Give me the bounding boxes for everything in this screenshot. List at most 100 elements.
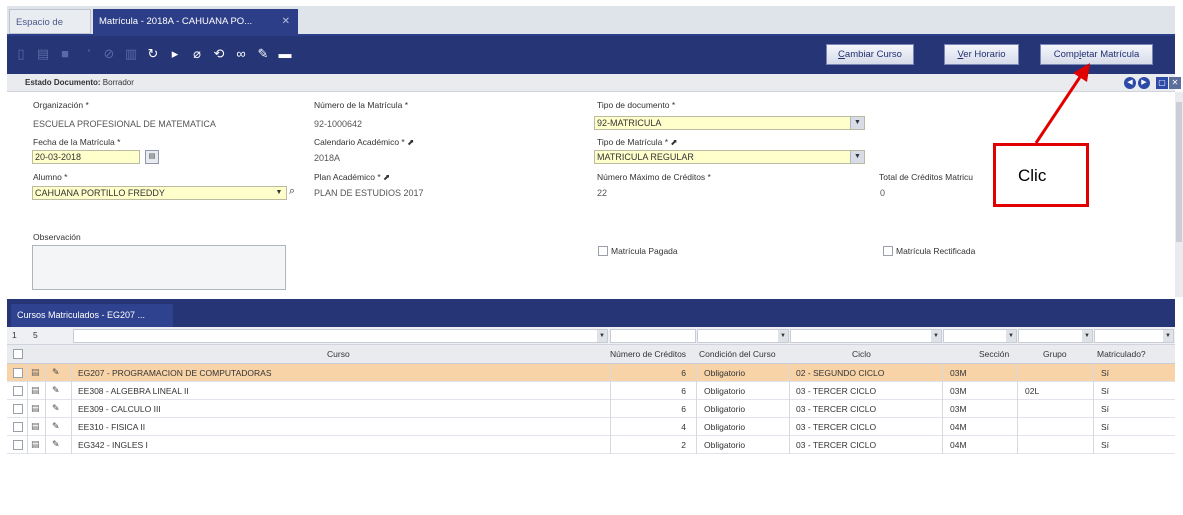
table-row[interactable]: ▤ ✎ EE308 - ALGEBRA LINEAL II 6 Obligatorio 0… bbox=[7, 382, 1175, 400]
column-divider bbox=[696, 400, 697, 418]
row-checkbox[interactable] bbox=[13, 386, 23, 396]
fecha-matricula-input[interactable]: 20-03-2018 bbox=[32, 150, 140, 164]
observacion-textarea[interactable] bbox=[32, 245, 286, 290]
table-row[interactable]: ▤ ✎ EG207 - PROGRAMACION DE COMPUTADORAS 6 O… bbox=[7, 364, 1175, 382]
edit-icon[interactable]: ✎ bbox=[52, 367, 60, 378]
close-icon[interactable]: ✕ bbox=[282, 9, 290, 34]
col-matriculado[interactable]: Matriculado? bbox=[1097, 349, 1146, 359]
attach-icon[interactable]: ⌀ bbox=[189, 46, 205, 62]
row-checkbox[interactable] bbox=[13, 440, 23, 450]
document-icon[interactable]: ▤ bbox=[31, 421, 40, 432]
completar-matricula-rest: etar Matrícula bbox=[1081, 49, 1140, 60]
completar-matricula-button[interactable]: Completar Matrícula bbox=[1040, 44, 1153, 65]
matricula-rectificada-checkbox[interactable] bbox=[883, 246, 893, 256]
refresh-icon[interactable]: ↻ bbox=[145, 46, 161, 62]
search-icon[interactable]: ⌕ bbox=[289, 185, 295, 198]
grid-tab[interactable]: Cursos Matriculados - EG207 ... bbox=[11, 304, 173, 327]
numero-matricula-value: 92-1000642 bbox=[314, 119, 363, 129]
row-checkbox[interactable] bbox=[13, 422, 23, 432]
column-divider bbox=[1017, 400, 1018, 418]
column-divider bbox=[789, 400, 790, 418]
matricula-pagada-checkbox[interactable] bbox=[598, 246, 608, 256]
matricula-rectificada-label: Matrícula Rectificada bbox=[896, 246, 976, 256]
chevron-down-icon[interactable]: ▼ bbox=[272, 187, 286, 199]
table-row[interactable]: ▤ ✎ EE310 - FISICA II 4 Obligatorio 03 - TERC… bbox=[7, 418, 1175, 436]
alumno-input[interactable]: CAHUANA PORTILLO FREDDY ▼ bbox=[32, 186, 287, 200]
filter-curso[interactable]: ▼ bbox=[73, 329, 608, 343]
delete-icon[interactable]: ▥ bbox=[123, 46, 139, 62]
annotation-text: Clic bbox=[1018, 166, 1047, 185]
close-window-icon[interactable]: ✕ bbox=[1169, 77, 1181, 89]
column-divider bbox=[610, 418, 611, 436]
previous-record-icon[interactable]: ◀ bbox=[1124, 77, 1136, 89]
col-seccion[interactable]: Sección bbox=[979, 349, 1009, 359]
chevron-down-icon[interactable]: ▼ bbox=[850, 151, 864, 163]
calendar-icon[interactable]: ▤ bbox=[145, 150, 159, 164]
save-icon[interactable]: ■ bbox=[57, 46, 73, 62]
col-condicion[interactable]: Condición del Curso bbox=[699, 349, 776, 359]
column-divider bbox=[789, 382, 790, 400]
link-icon[interactable]: ∞ bbox=[233, 46, 249, 62]
select-all-checkbox[interactable] bbox=[13, 349, 23, 359]
chevron-down-icon[interactable]: ▼ bbox=[1163, 330, 1173, 342]
col-grupo[interactable]: Grupo bbox=[1043, 349, 1067, 359]
undo-icon[interactable]: ʹ bbox=[81, 46, 97, 62]
column-divider bbox=[610, 364, 611, 382]
col-ciclo[interactable]: Ciclo bbox=[852, 349, 871, 359]
chevron-down-icon[interactable]: ▼ bbox=[1082, 330, 1092, 342]
chevron-down-icon[interactable]: ▼ bbox=[1006, 330, 1016, 342]
col-curso[interactable]: Curso bbox=[327, 349, 350, 359]
tipo-matricula-select[interactable]: MATRICULA REGULAR ▼ bbox=[594, 150, 865, 164]
col-creditos[interactable]: Número de Créditos bbox=[610, 349, 686, 359]
column-divider bbox=[27, 436, 28, 454]
cell-matriculado: Sí bbox=[1101, 404, 1110, 414]
next-record-icon[interactable]: ▶ bbox=[1138, 77, 1150, 89]
ver-horario-button[interactable]: Ver Horario bbox=[944, 44, 1019, 65]
organizacion-value: ESCUELA PROFESIONAL DE MATEMATICA bbox=[33, 119, 216, 129]
cancel-icon[interactable]: ⊘ bbox=[101, 46, 117, 62]
edit-icon[interactable]: ✎ bbox=[52, 421, 60, 432]
chevron-down-icon[interactable]: ▼ bbox=[778, 330, 788, 342]
form-scrollbar[interactable] bbox=[1175, 92, 1183, 297]
report-icon[interactable]: ✎ bbox=[255, 46, 271, 62]
chevron-down-icon[interactable]: ▼ bbox=[597, 330, 607, 342]
cell-curso: EE309 - CALCULO III bbox=[78, 404, 161, 414]
fecha-matricula-value: 20-03-2018 bbox=[35, 152, 82, 162]
filter-creditos[interactable] bbox=[610, 329, 696, 343]
document-icon[interactable]: ▤ bbox=[31, 439, 40, 450]
maximize-icon[interactable]: ▢ bbox=[1156, 77, 1168, 89]
cambiar-curso-button[interactable]: Cambiar Curso bbox=[826, 44, 914, 65]
cell-seccion: 03M bbox=[950, 386, 967, 396]
cell-condicion: Obligatorio bbox=[704, 386, 746, 396]
row-checkbox[interactable] bbox=[13, 368, 23, 378]
table-row[interactable]: ▤ ✎ EE309 - CALCULO III 6 Obligatorio 03 - TE… bbox=[7, 400, 1175, 418]
copy-icon[interactable]: ▤ bbox=[35, 46, 51, 62]
tab-workspace[interactable]: Espacio de trabajo bbox=[9, 9, 91, 53]
new-icon[interactable]: ▯ bbox=[13, 46, 29, 62]
print-icon[interactable]: ▬ bbox=[277, 46, 293, 62]
column-divider bbox=[71, 418, 72, 436]
filter-ciclo[interactable]: ▼ bbox=[790, 329, 942, 343]
document-icon[interactable]: ▤ bbox=[31, 385, 40, 396]
filter-grupo[interactable]: ▼ bbox=[1018, 329, 1093, 343]
ver-horario-rest: er Horario bbox=[963, 49, 1006, 60]
document-icon[interactable]: ▤ bbox=[31, 367, 40, 378]
chevron-down-icon[interactable]: ▼ bbox=[850, 117, 864, 129]
table-row[interactable]: ▤ ✎ EG342 - INGLES I 2 Obligatorio 03 - TERCE… bbox=[7, 436, 1175, 454]
export-icon[interactable]: ▸ bbox=[167, 46, 183, 62]
document-icon[interactable]: ▤ bbox=[31, 403, 40, 414]
chevron-down-icon[interactable]: ▼ bbox=[931, 330, 941, 342]
filter-matriculado[interactable]: ▼ bbox=[1094, 329, 1174, 343]
filter-condicion[interactable]: ▼ bbox=[697, 329, 789, 343]
filter-seccion[interactable]: ▼ bbox=[943, 329, 1017, 343]
scrollbar-thumb[interactable] bbox=[1176, 102, 1182, 242]
edit-icon[interactable]: ✎ bbox=[52, 403, 60, 414]
tab-matricula[interactable]: Matrícula - 2018A - CAHUANA PO... ✕ bbox=[93, 9, 298, 34]
edit-icon[interactable]: ✎ bbox=[52, 439, 60, 450]
edit-icon[interactable]: ✎ bbox=[52, 385, 60, 396]
help-icon[interactable]: ⟲ bbox=[211, 46, 227, 62]
row-checkbox[interactable] bbox=[13, 404, 23, 414]
cell-ciclo: 03 - TERCER CICLO bbox=[796, 386, 877, 396]
tipo-documento-select[interactable]: 92-MATRICULA ▼ bbox=[594, 116, 865, 130]
column-divider bbox=[71, 364, 72, 382]
